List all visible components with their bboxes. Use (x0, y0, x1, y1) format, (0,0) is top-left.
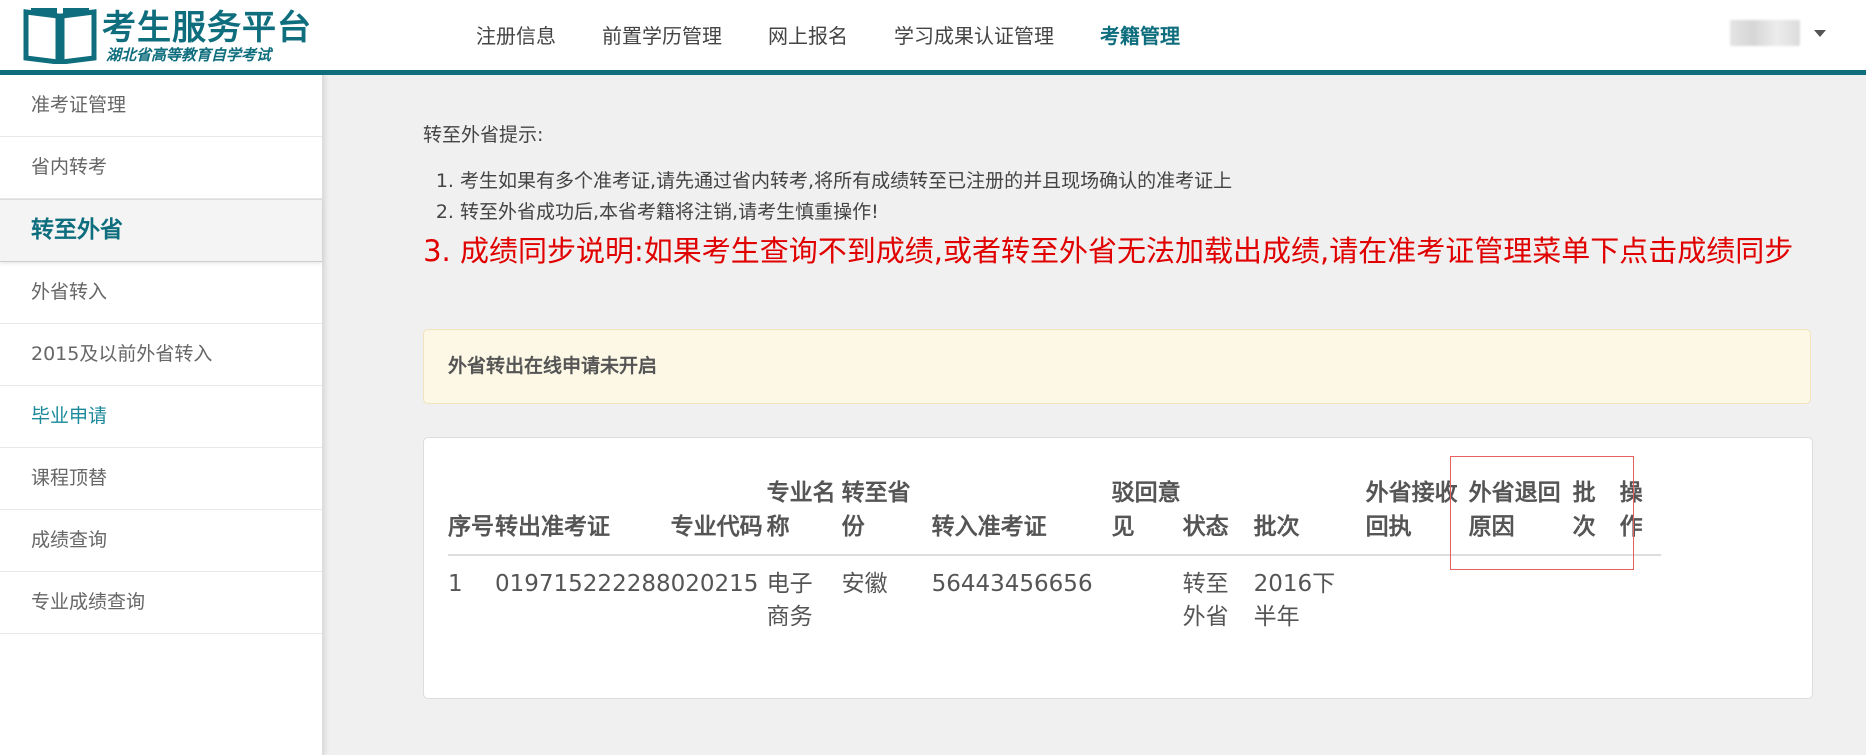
hint-list: 考生如果有多个准考证,请先通过省内转考,将所有成绩转至已注册的并且现场确认的准考… (423, 166, 1813, 272)
hint-item-warning: 成绩同步说明:如果考生查询不到成绩,或者转至外省无法加载出成绩,请在准考证管理菜… (460, 230, 1813, 272)
cell-major-code: 020215 (670, 571, 759, 597)
cell-out-ticket: 019715222288 (495, 571, 671, 597)
nav-item-register-info[interactable]: 注册信息 (476, 20, 556, 49)
cell-rejection (1112, 555, 1183, 634)
col-header-target-province: 转至省份 (841, 476, 932, 556)
status-alert: 外省转出在线申请未开启 (423, 329, 1811, 404)
cell-in-ticket: 56443456656 (931, 571, 1093, 597)
nav-item-prior-education[interactable]: 前置学历管理 (602, 20, 722, 49)
cell-major-name: 电子商务 (766, 571, 813, 630)
logo-subtitle: 湖北省高等教育自学考试 (106, 46, 272, 64)
nav-item-online-registration[interactable]: 网上报名 (768, 20, 848, 49)
col-header-out-ticket: 转出准考证 (495, 476, 671, 556)
cell-target-province: 安徽 (841, 571, 888, 597)
sidebar-item-score-query[interactable]: 成绩查询 (0, 510, 322, 572)
sidebar-item-transfer-out[interactable]: 转至外省 (0, 199, 322, 262)
nav-item-exam-records[interactable]: 考籍管理 (1100, 20, 1180, 49)
main-content: 转至外省提示: 考生如果有多个准考证,请先通过省内转考,将所有成绩转至已注册的并… (423, 120, 1813, 272)
book-logo-icon (23, 8, 97, 64)
header: 考生服务平台 湖北省高等教育自学考试 注册信息 前置学历管理 网上报名 学习成果… (0, 0, 1866, 75)
sidebar-item-course-substitution[interactable]: 课程顶替 (0, 448, 322, 510)
col-header-index: 序号 (448, 476, 495, 556)
highlight-box (1450, 456, 1634, 570)
cell-status: 转至外省 (1182, 571, 1229, 630)
cell-batch: 2016下半年 (1253, 571, 1336, 630)
sidebar-item-ticket-management[interactable]: 准考证管理 (0, 75, 322, 137)
col-header-in-ticket: 转入准考证 (931, 476, 1112, 556)
nav-item-learning-credit[interactable]: 学习成果认证管理 (894, 20, 1054, 49)
hint-item: 转至外省成功后,本省考籍将注销,请考生慎重操作! (460, 197, 1813, 228)
col-header-status: 状态 (1182, 476, 1254, 556)
sidebar-item-major-score-query[interactable]: 专业成绩查询 (0, 572, 322, 634)
logo[interactable]: 考生服务平台 湖北省高等教育自学考试 (22, 2, 312, 66)
transfer-table-panel: 序号 转出准考证 专业代码 专业名称 转至省份 转入准考证 驳回意见 状态 批次… (423, 437, 1813, 699)
sidebar-item-transfer-in-2015[interactable]: 2015及以前外省转入 (0, 324, 322, 386)
col-header-batch: 批次 (1253, 476, 1366, 556)
sidebar-item-transfer-in[interactable]: 外省转入 (0, 262, 322, 324)
col-header-major-name: 专业名称 (766, 476, 842, 556)
user-menu[interactable] (1730, 20, 1826, 46)
sidebar-item-intra-province-transfer[interactable]: 省内转考 (0, 137, 322, 199)
sidebar-item-graduation[interactable]: 毕业申请 (0, 386, 322, 448)
hint-title: 转至外省提示: (423, 124, 544, 146)
top-nav: 注册信息 前置学历管理 网上报名 学习成果认证管理 考籍管理 (476, 0, 1226, 68)
sidebar: 准考证管理 省内转考 转至外省 外省转入 2015及以前外省转入 毕业申请 课程… (0, 75, 324, 755)
col-header-major-code: 专业代码 (670, 476, 767, 556)
hint-item: 考生如果有多个准考证,请先通过省内转考,将所有成绩转至已注册的并且现场确认的准考… (460, 166, 1813, 197)
avatar (1730, 20, 1800, 46)
chevron-down-icon (1814, 29, 1826, 37)
col-header-rejection: 驳回意见 (1111, 476, 1183, 556)
cell-index: 1 (448, 571, 463, 597)
logo-title: 考生服务平台 (102, 8, 312, 48)
